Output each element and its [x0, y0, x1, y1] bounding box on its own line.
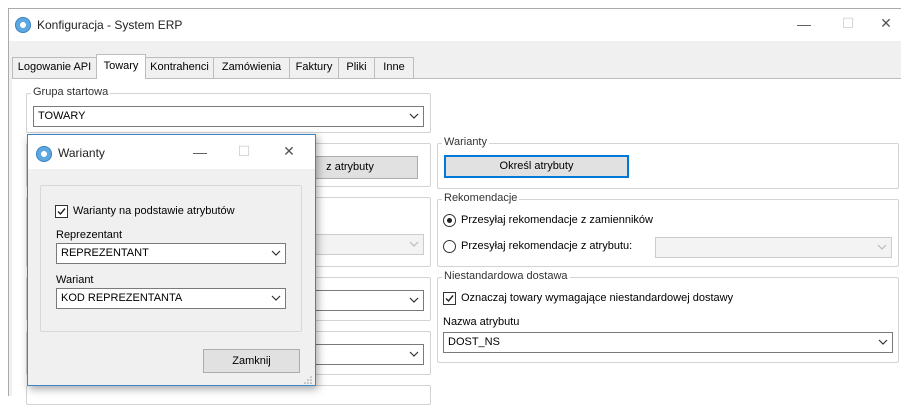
tab-logowanie-api[interactable]: Logowanie API — [12, 57, 97, 78]
group-label: Rekomendacje — [442, 192, 520, 204]
checkbox-warianty-atrybutow-label: Warianty na podstawie atrybutów — [73, 205, 235, 217]
window-title: Konfiguracja - System ERP — [37, 18, 183, 32]
group-label: Grupa startowa — [31, 86, 111, 98]
rekomendacje-atrybut-select[interactable] — [655, 237, 892, 258]
nazwa-atrybutu-select[interactable]: DOST_NS — [443, 332, 893, 353]
select-value: REPREZENTANT — [61, 247, 149, 259]
checkbox-warianty-atrybutow[interactable] — [55, 205, 68, 218]
dialog-body: Warianty na podstawie atrybutów Reprezen… — [28, 169, 315, 385]
select-value: KOD REPREZENTANTA — [61, 292, 183, 304]
button-label: z atrybuty — [326, 161, 374, 173]
group-niestandardowa-dostawa: Niestandardowa dostawa Oznaczaj towary w… — [437, 270, 899, 363]
chevron-down-icon — [409, 293, 419, 307]
minimize-button[interactable]: — — [789, 16, 819, 32]
close-button[interactable]: ✕ — [871, 15, 901, 32]
warianty-dialog: Warianty — ☐ ✕ Warianty na podstawie atr… — [27, 134, 316, 386]
group-grupa-startowa: Grupa startowa TOWARY — [26, 86, 431, 133]
chevron-down-icon — [409, 347, 419, 361]
chevron-down-icon — [271, 291, 281, 305]
checkmark-icon — [445, 295, 454, 303]
dialog-minimize-button[interactable]: — — [185, 144, 215, 160]
okresl-atrybuty-button[interactable]: Określ atrybuty — [444, 155, 629, 178]
radio-zamiennikow[interactable] — [443, 214, 456, 227]
select-value: TOWARY — [38, 110, 86, 122]
app-icon — [36, 146, 52, 162]
radio-zamiennikow-label: Przesyłaj rekomendacje z zamienników — [461, 214, 653, 226]
dialog-title-bar[interactable]: Warianty — ☐ ✕ — [28, 135, 315, 169]
checkbox-niestandardowa-label: Oznaczaj towary wymagające niestandardow… — [461, 292, 734, 304]
reprezentant-select[interactable]: REPREZENTANT — [56, 243, 286, 264]
chevron-down-icon — [878, 335, 888, 349]
reprezentant-label: Reprezentant — [56, 229, 123, 241]
zamknij-button[interactable]: Zamknij — [203, 349, 300, 373]
tab-zamowienia[interactable]: Zamówienia — [213, 57, 290, 78]
wariant-label: Wariant — [56, 274, 94, 286]
checkmark-icon — [57, 208, 66, 216]
group-rekomendacje: Rekomendacje Przesyłaj rekomendacje z za… — [437, 192, 899, 267]
group-label: Warianty — [442, 136, 489, 148]
maximize-button[interactable]: ☐ — [833, 15, 863, 32]
radio-atrybutu[interactable] — [443, 240, 456, 253]
radio-atrybutu-label: Przesyłaj rekomendacje z atrybutu: — [461, 240, 633, 252]
chevron-down-icon — [409, 237, 419, 251]
nazwa-atrybutu-label: Nazwa atrybutu — [443, 316, 520, 328]
chevron-down-icon — [271, 246, 281, 260]
select-value: DOST_NS — [448, 336, 500, 348]
dialog-maximize-button[interactable]: ☐ — [229, 143, 259, 160]
title-bar[interactable]: Konfiguracja - System ERP — ☐ ✕ — [9, 9, 901, 41]
dialog-title: Warianty — [58, 146, 105, 160]
app-icon — [15, 17, 31, 33]
resize-grip-icon[interactable] — [304, 375, 312, 384]
tab-kontrahenci[interactable]: Kontrahenci — [145, 57, 214, 78]
tab-inne[interactable]: Inne — [374, 57, 414, 78]
dialog-group: Warianty na podstawie atrybutów Reprezen… — [40, 185, 302, 332]
tab-pliki[interactable]: Pliki — [338, 57, 375, 78]
group-label: Niestandardowa dostawa — [442, 270, 570, 282]
chevron-down-icon — [877, 240, 887, 254]
group-warianty: Warianty Określ atrybuty — [437, 136, 899, 189]
wariant-select[interactable]: KOD REPREZENTANTA — [56, 288, 286, 309]
tab-towary[interactable]: Towary — [96, 54, 146, 79]
checkbox-niestandardowa[interactable] — [443, 292, 456, 305]
chevron-down-icon — [409, 109, 419, 123]
group-hidden-5 — [26, 385, 431, 405]
grupa-startowa-select[interactable]: TOWARY — [33, 106, 424, 127]
tab-faktury[interactable]: Faktury — [289, 57, 339, 78]
dialog-close-button[interactable]: ✕ — [274, 143, 304, 160]
